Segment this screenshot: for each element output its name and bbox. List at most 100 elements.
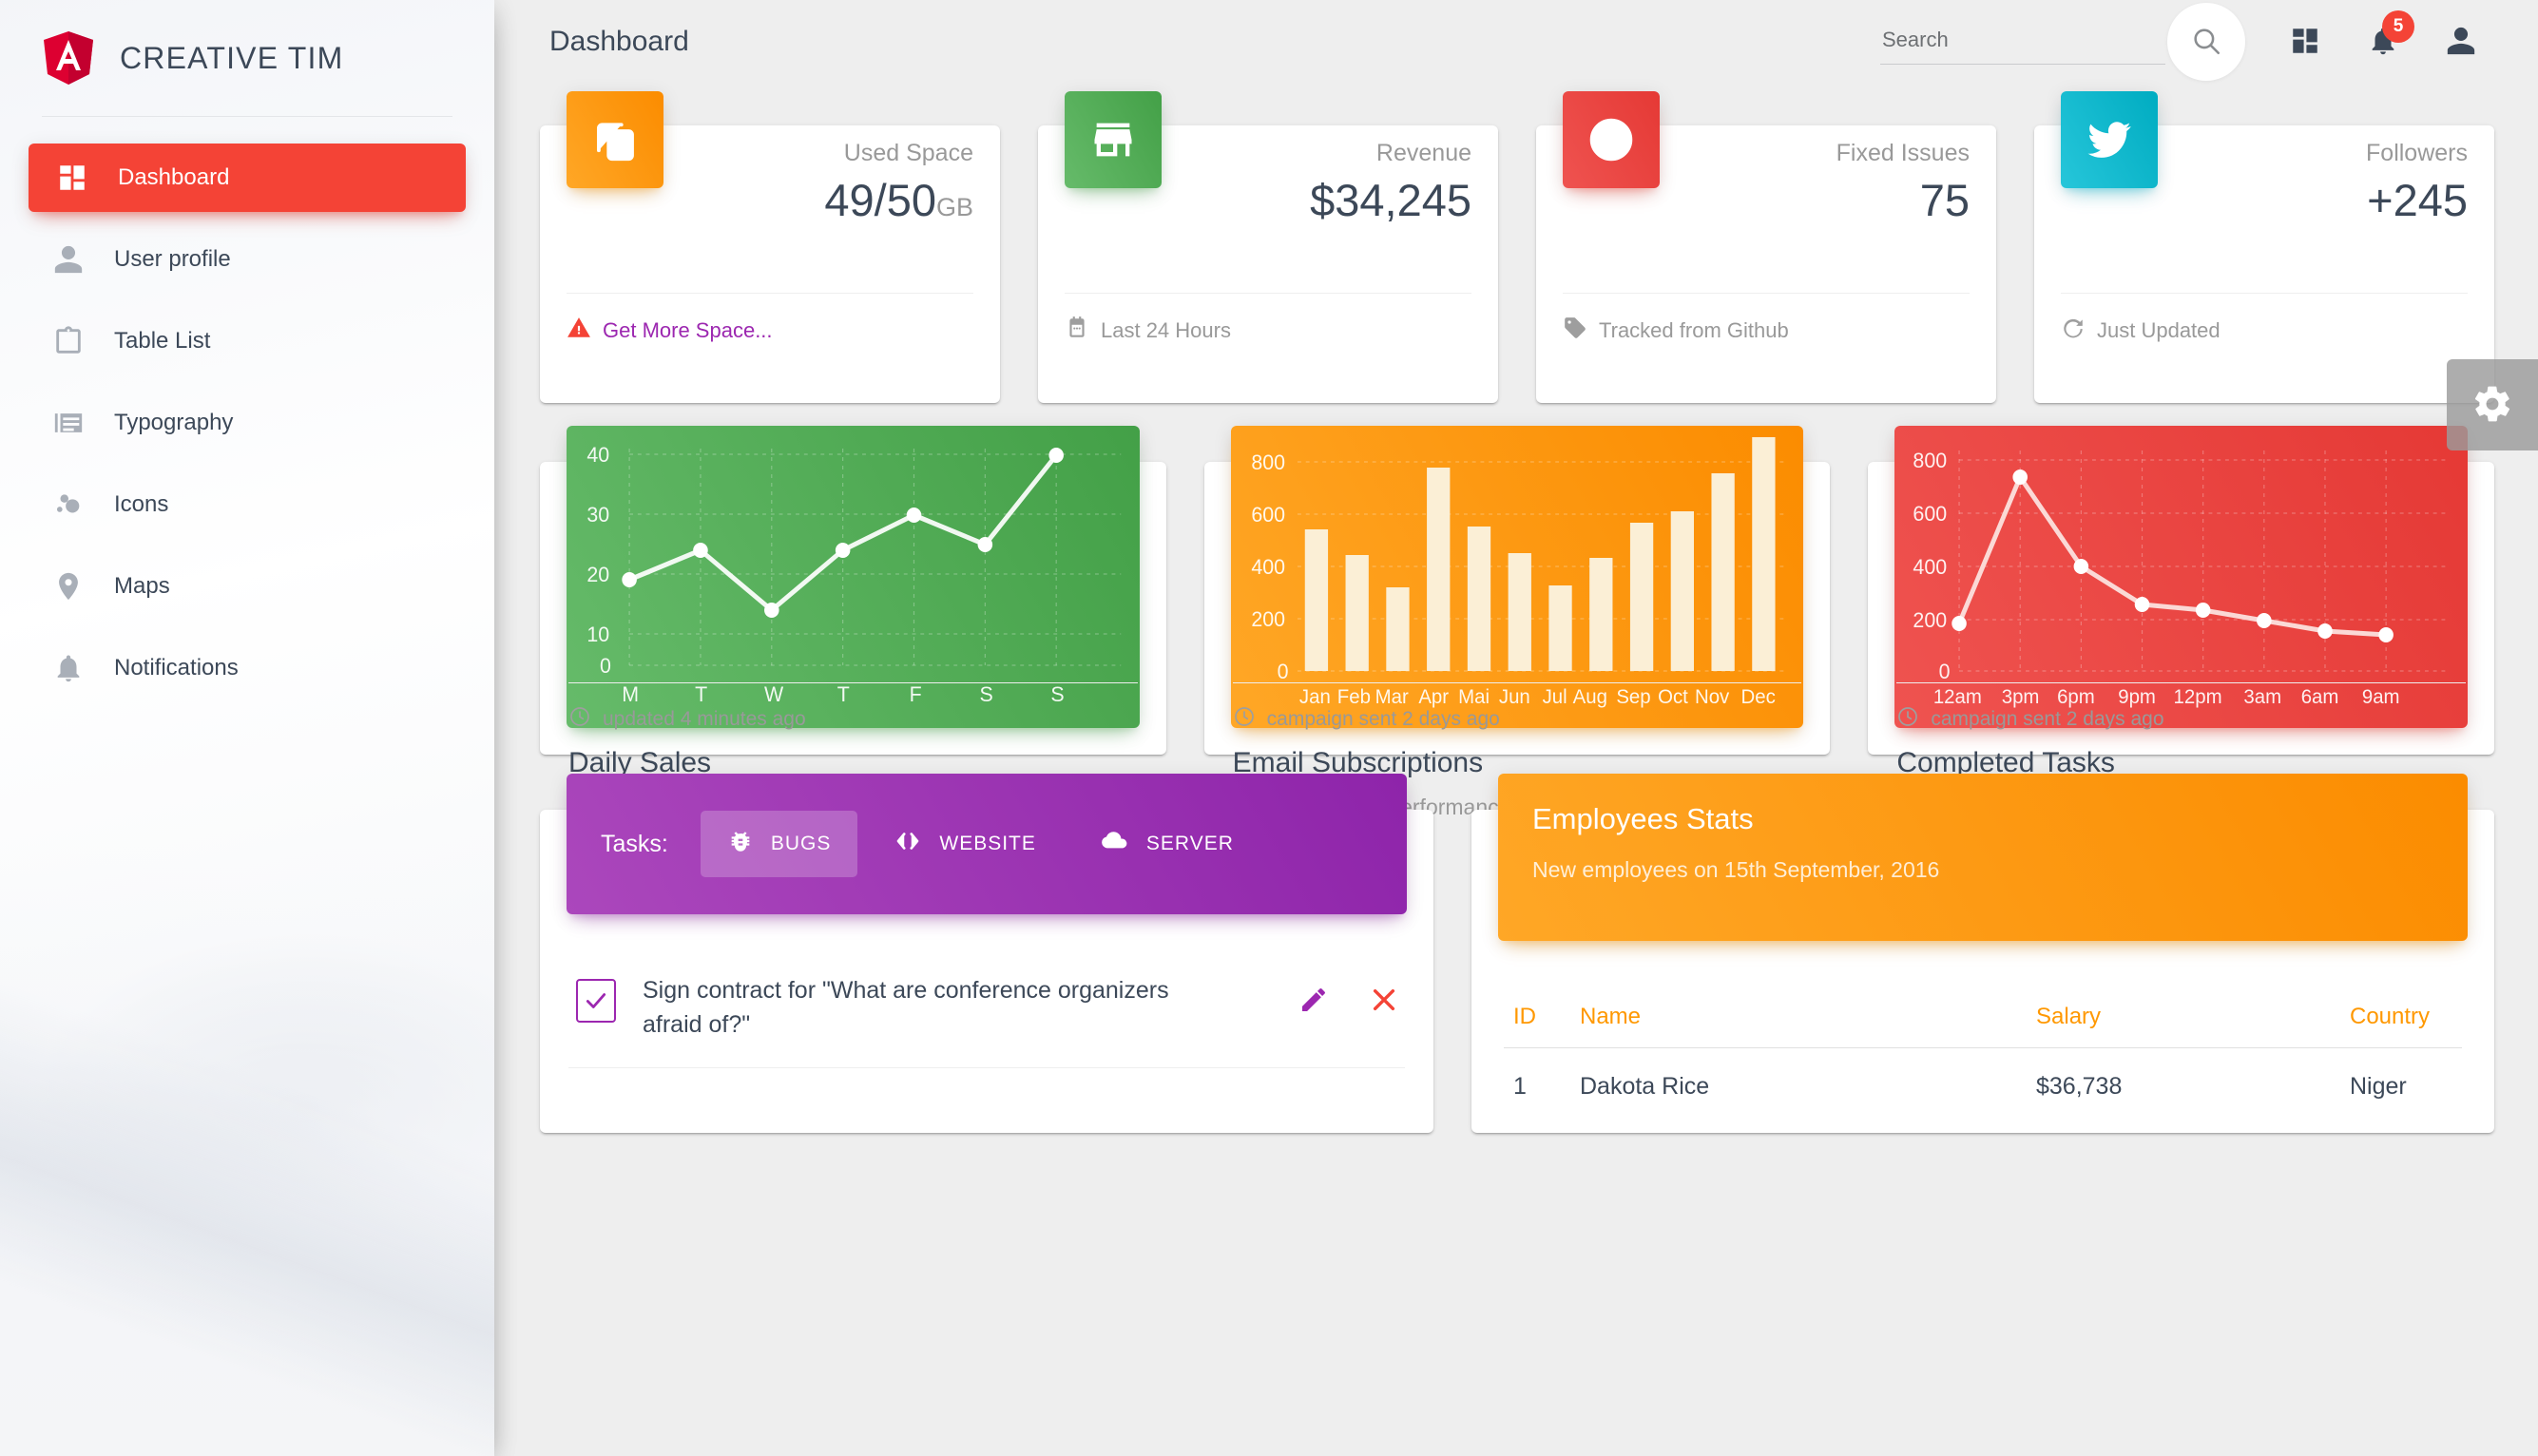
text-format-icon — [51, 406, 86, 440]
chart-footer: campaign sent 2 days ago — [1232, 682, 1802, 755]
angular-shield-icon — [42, 30, 95, 86]
close-icon — [1369, 988, 1399, 1018]
stat-number: 75 — [1919, 175, 1970, 225]
employees-title: Employees Stats — [1532, 802, 1754, 835]
brand-logo[interactable]: CREATIVE TIM — [0, 0, 494, 86]
chart-footer: campaign sent 2 days ago — [1896, 682, 2467, 755]
svg-text:800: 800 — [1251, 450, 1285, 474]
chart-card-daily-sales: 40 30 20 10 0 M T W T F S S Daily Sales … — [540, 426, 1166, 819]
stat-label: Fixed Issues — [1836, 140, 1970, 166]
person-icon — [2445, 25, 2477, 60]
page-title: Dashboard — [549, 26, 689, 57]
account-button[interactable] — [2428, 9, 2494, 75]
svg-text:400: 400 — [1251, 555, 1285, 579]
topbar-actions: 5 — [1880, 3, 2538, 81]
cell-name: Dakota Rice — [1580, 1073, 1710, 1100]
settings-panel-toggle[interactable] — [2447, 359, 2538, 450]
clipboard-icon — [51, 324, 86, 358]
stat-footer-text: Just Updated — [2097, 317, 2221, 342]
tasks-tab-label: WEBSITE — [939, 833, 1036, 854]
sidebar-item-table-list[interactable]: Table List — [25, 307, 470, 375]
stat-footer: Tracked from Github — [1563, 293, 1970, 367]
search-icon — [2190, 25, 2222, 60]
sidebar: CREATIVE TIM Dashboard User profile Tabl… — [0, 0, 494, 1456]
sidebar-item-user-profile[interactable]: User profile — [25, 225, 470, 294]
stat-card-fixed-issues: Fixed Issues 75 Tracked from Github — [1536, 91, 1996, 403]
chart-card-completed-tasks: 800 600 400 200 0 12am 3pm 6pm 9pm 12pm … — [1868, 426, 2495, 819]
sidebar-item-label: User profile — [114, 246, 231, 272]
task-edit-button[interactable] — [1293, 979, 1335, 1024]
task-checkbox[interactable] — [576, 979, 616, 1023]
update-icon — [2061, 316, 2086, 346]
grid-icon — [2289, 25, 2321, 60]
column-header-country: Country — [2340, 987, 2462, 1048]
svg-text:40: 40 — [586, 443, 609, 467]
stat-card-used-space: Used Space 49/50GB Get More Space... — [540, 91, 1000, 403]
cell-country: Niger — [2350, 1073, 2407, 1100]
info-outline-icon — [1563, 91, 1660, 188]
pencil-icon — [1298, 988, 1329, 1018]
sidebar-item-label: Maps — [114, 573, 170, 599]
tasks-label: Tasks: — [601, 830, 668, 857]
svg-text:200: 200 — [1913, 608, 1948, 632]
stat-value: $34,245 — [1310, 173, 1471, 229]
sidebar-nav: Dashboard User profile Table List Typogr… — [0, 117, 494, 702]
stat-label: Followers — [2366, 140, 2468, 166]
code-icon — [894, 827, 922, 861]
cell-salary: $36,738 — [2036, 1073, 2123, 1100]
employees-subtitle: New employees on 15th September, 2016 — [1532, 857, 1940, 882]
gear-icon — [2471, 383, 2513, 428]
sidebar-item-notifications[interactable]: Notifications — [25, 634, 470, 702]
sidebar-item-typography[interactable]: Typography — [25, 389, 470, 457]
task-delete-button[interactable] — [1363, 979, 1405, 1024]
tasks-tab-server[interactable]: SERVER — [1072, 809, 1260, 879]
notification-badge: 5 — [2382, 10, 2414, 43]
tasks-tab-bugs[interactable]: BUGS — [700, 811, 858, 877]
svg-text:200: 200 — [1251, 607, 1285, 631]
content-copy-icon — [567, 91, 663, 188]
stats-row: Used Space 49/50GB Get More Space... Rev… — [540, 91, 2494, 403]
tasks-card: Tasks: BUGS WEBSITE SERVER Sign contract… — [540, 774, 1433, 1133]
task-actions — [1293, 973, 1405, 1024]
sidebar-item-icons[interactable]: Icons — [25, 470, 470, 539]
table-header-row: ID Name Salary Country — [1504, 987, 2462, 1048]
bell-icon — [51, 651, 86, 685]
stat-value: +245 — [2366, 173, 2468, 229]
get-more-space-link[interactable]: Get More Space... — [603, 318, 773, 343]
sidebar-item-maps[interactable]: Maps — [25, 552, 470, 621]
svg-text:20: 20 — [586, 563, 609, 586]
notifications-button[interactable]: 5 — [2350, 9, 2416, 75]
stat-number: +245 — [2367, 175, 2468, 225]
search-button[interactable] — [2167, 3, 2245, 81]
table-row[interactable]: 1 Dakota Rice $36,738 Niger — [1504, 1048, 2462, 1113]
svg-text:0: 0 — [600, 654, 611, 678]
person-icon — [51, 242, 86, 277]
warning-icon — [567, 316, 591, 346]
search-field-wrapper — [1880, 19, 2165, 65]
clock-icon — [1896, 705, 1919, 734]
cloud-icon — [1099, 826, 1129, 862]
brand-name: CREATIVE TIM — [120, 40, 344, 75]
stat-number: 49/50 — [824, 175, 936, 225]
sidebar-item-dashboard[interactable]: Dashboard — [29, 144, 466, 212]
stat-number: $34,245 — [1310, 175, 1471, 225]
bottom-row: Tasks: BUGS WEBSITE SERVER Sign contract… — [540, 755, 2494, 1133]
chart-footer: updated 4 minutes ago — [568, 682, 1138, 755]
sidebar-item-label: Typography — [114, 410, 234, 435]
dashboard-page: CREATIVE TIM Dashboard User profile Tabl… — [0, 0, 2538, 1456]
top-navbar: Dashboard Search 5 — [494, 0, 2538, 84]
employees-header: Employees Stats New employees on 15th Se… — [1498, 774, 2468, 941]
tasks-tab-website[interactable]: WEBSITE — [867, 810, 1063, 878]
chart-footer-text: campaign sent 2 days ago — [1266, 707, 1500, 730]
dashboard-grid-button[interactable] — [2272, 9, 2338, 75]
stat-footer: Last 24 Hours — [1065, 293, 1471, 367]
clock-icon — [1233, 705, 1256, 734]
task-text: Sign contract for "What are conference o… — [643, 977, 1169, 1039]
chart-footer-text: campaign sent 2 days ago — [1931, 707, 2164, 730]
stat-footer-text: Last 24 Hours — [1101, 317, 1231, 342]
tasks-header: Tasks: BUGS WEBSITE SERVER — [567, 774, 1407, 914]
stat-card-revenue: Revenue $34,245 Last 24 Hours — [1038, 91, 1498, 403]
dashboard-icon — [55, 161, 89, 195]
sidebar-item-label: Notifications — [114, 655, 239, 680]
search-input[interactable] — [1880, 19, 2165, 65]
